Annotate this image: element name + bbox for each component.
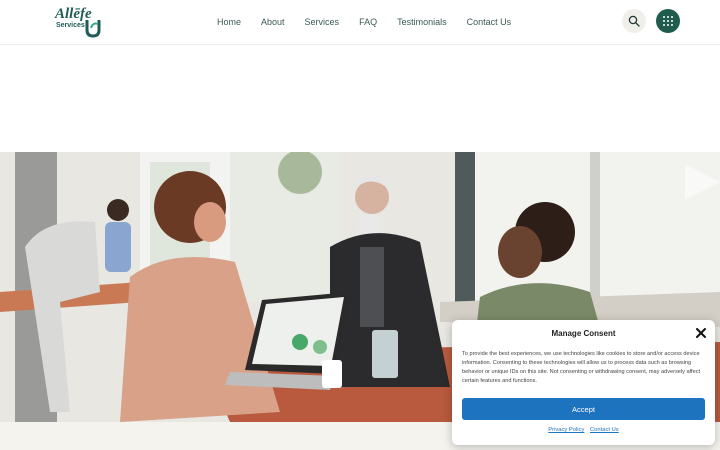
menu-button[interactable] <box>656 9 680 33</box>
consent-dialog: Manage Consent To provide the best exper… <box>452 320 715 445</box>
logo-mark-icon <box>85 20 101 38</box>
contact-us-link[interactable]: Contact Us <box>590 427 619 433</box>
search-icon <box>628 15 640 27</box>
site-header: Allēfe Services Home About Services FAQ … <box>0 0 720 45</box>
accept-button[interactable]: Accept <box>462 398 705 420</box>
search-button[interactable] <box>622 9 646 33</box>
privacy-policy-link[interactable]: Privacy Policy <box>548 427 584 433</box>
grid-menu-icon <box>663 16 673 26</box>
nav-services[interactable]: Services <box>305 15 340 29</box>
consent-body: To provide the best experiences, we use … <box>462 351 701 384</box>
nav-home[interactable]: Home <box>217 15 241 29</box>
main-nav: Home About Services FAQ Testimonials Con… <box>210 15 531 29</box>
logo[interactable]: Allēfe Services <box>55 6 103 40</box>
logo-subtext: Services <box>56 22 85 29</box>
nav-testimonials[interactable]: Testimonials <box>397 15 447 29</box>
close-icon[interactable] <box>695 327 707 339</box>
consent-links: Privacy Policy Contact Us <box>452 427 715 433</box>
consent-title: Manage Consent <box>551 329 616 338</box>
nav-about[interactable]: About <box>261 15 285 29</box>
nav-faq[interactable]: FAQ <box>359 15 377 29</box>
nav-contact-us[interactable]: Contact Us <box>467 15 512 29</box>
